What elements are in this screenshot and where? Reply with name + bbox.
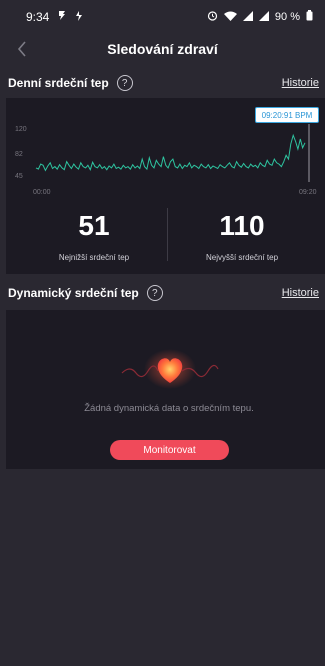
dynamic-help-icon[interactable]: ? [146,285,163,301]
dynamic-heart-rate-header: Dynamický srdeční tep ? Historie [0,278,325,308]
heart-icon [120,347,220,391]
stats-divider [167,208,168,261]
max-heart-rate-label: Nejvyšší srdeční tep [205,253,279,262]
min-heart-rate-label: Nejnižší srdeční tep [58,253,130,262]
min-heart-rate-value: 51 [78,210,110,241]
dynamic-heart-rate-title: Dynamický srdeční tep [8,286,139,300]
heart-rate-chart [35,124,310,182]
dynamic-history-link[interactable]: Historie [282,287,319,299]
max-heart-rate-value: 110 [219,210,265,241]
heart-rate-series-line [35,133,306,172]
no-dynamic-data-text: Žádná dynamická data o srdečním tepu. [84,403,254,414]
monitor-button[interactable]: Monitorovat [110,440,229,460]
